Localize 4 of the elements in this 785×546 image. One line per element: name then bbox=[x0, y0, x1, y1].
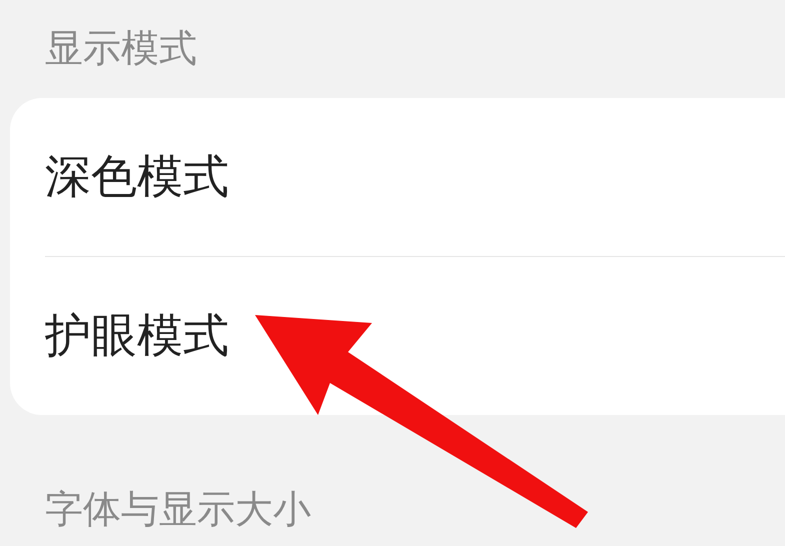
setting-label[interactable]: 深色模式 bbox=[45, 146, 229, 208]
section-header: 字体与显示大小 bbox=[44, 486, 311, 533]
setting-label[interactable]: 护眼模式 bbox=[45, 305, 229, 367]
section-header: 显示模式 bbox=[44, 25, 197, 72]
